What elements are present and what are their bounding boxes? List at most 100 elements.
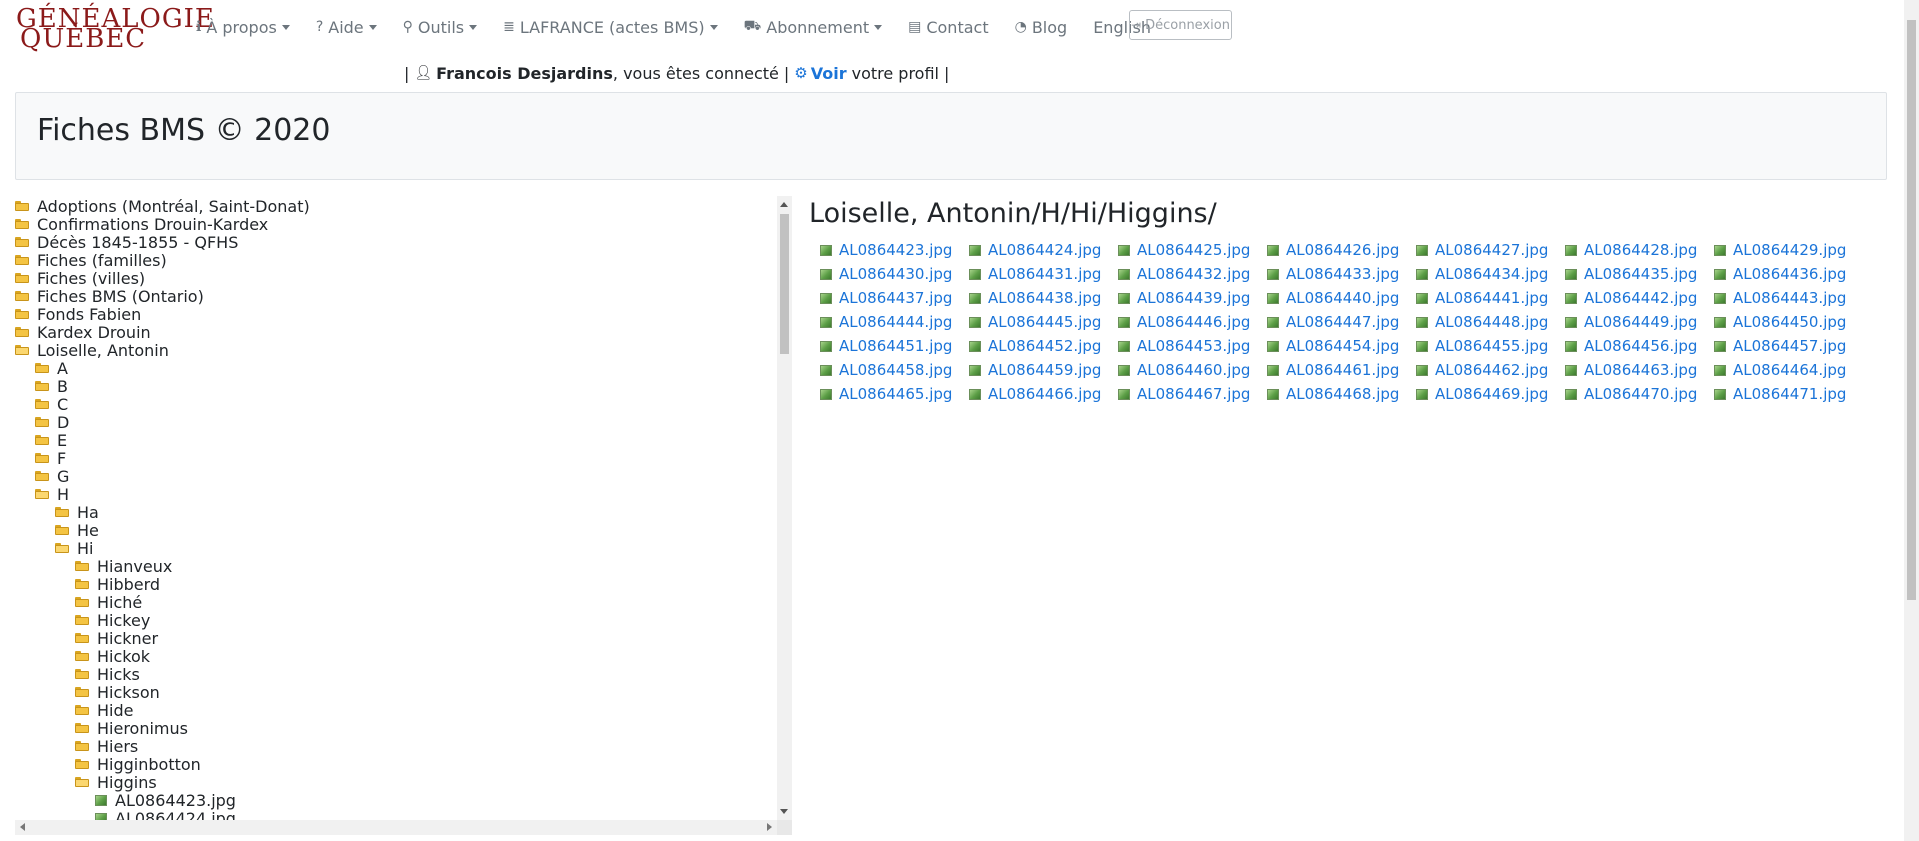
page-scrollbar-thumb[interactable]: [1907, 20, 1916, 600]
file-link[interactable]: AL0864470.jpg: [1565, 385, 1697, 403]
file-link[interactable]: AL0864438.jpg: [969, 289, 1101, 307]
file-link[interactable]: AL0864459.jpg: [969, 361, 1101, 379]
tree-folder-item[interactable]: Hide: [75, 701, 133, 720]
file-link[interactable]: AL0864458.jpg: [820, 361, 952, 379]
file-link[interactable]: AL0864444.jpg: [820, 313, 952, 331]
file-link[interactable]: AL0864454.jpg: [1267, 337, 1399, 355]
scroll-left-arrow-icon[interactable]: [20, 823, 25, 831]
file-link[interactable]: AL0864465.jpg: [820, 385, 952, 403]
file-link[interactable]: AL0864430.jpg: [820, 265, 952, 283]
file-link[interactable]: AL0864425.jpg: [1118, 241, 1250, 259]
file-link[interactable]: AL0864467.jpg: [1118, 385, 1250, 403]
tree-folder-item[interactable]: Fonds Fabien: [15, 305, 141, 324]
tree-folder-item[interactable]: Fiches BMS (Ontario): [15, 287, 204, 306]
tree-folder-item[interactable]: G: [35, 467, 69, 486]
nav-item-blog[interactable]: ◔ Blog: [1015, 18, 1068, 37]
scroll-right-arrow-icon[interactable]: [767, 823, 772, 831]
logout-button[interactable]: ⇥ Déconnexion: [1129, 10, 1232, 40]
nav-item-contact[interactable]: ▤ Contact: [908, 18, 988, 37]
file-link[interactable]: AL0864426.jpg: [1267, 241, 1399, 259]
scroll-down-arrow-icon[interactable]: [780, 809, 788, 814]
file-link[interactable]: AL0864423.jpg: [820, 241, 952, 259]
file-link[interactable]: AL0864442.jpg: [1565, 289, 1697, 307]
file-link[interactable]: AL0864428.jpg: [1565, 241, 1697, 259]
tree-folder-item[interactable]: He: [55, 521, 99, 540]
tree-folder-item[interactable]: Hickner: [75, 629, 158, 648]
tree-folder-item[interactable]: Confirmations Drouin-Kardex: [15, 215, 268, 234]
file-link[interactable]: AL0864435.jpg: [1565, 265, 1697, 283]
tree-folder-item[interactable]: Hieronimus: [75, 719, 188, 738]
file-link[interactable]: AL0864466.jpg: [969, 385, 1101, 403]
tree-folder-item[interactable]: F: [35, 449, 66, 468]
file-link[interactable]: AL0864446.jpg: [1118, 313, 1250, 331]
nav-item-a-propos[interactable]: ℹÀ propos: [196, 18, 290, 37]
file-link[interactable]: AL0864427.jpg: [1416, 241, 1548, 259]
file-link[interactable]: AL0864461.jpg: [1267, 361, 1399, 379]
tree-folder-item[interactable]: Hickson: [75, 683, 160, 702]
file-link[interactable]: AL0864453.jpg: [1118, 337, 1250, 355]
tree-folder-item[interactable]: A: [35, 359, 68, 378]
tree-folder-item[interactable]: Higgins: [75, 773, 157, 792]
tree-folder-item[interactable]: Hickey: [75, 611, 150, 630]
file-link[interactable]: AL0864440.jpg: [1267, 289, 1399, 307]
nav-item-abonnement[interactable]: ⛟ Abonnement: [744, 18, 883, 37]
file-link[interactable]: AL0864449.jpg: [1565, 313, 1697, 331]
tree-folder-item[interactable]: B: [35, 377, 68, 396]
file-link[interactable]: AL0864455.jpg: [1416, 337, 1548, 355]
tree-vertical-scrollbar[interactable]: [777, 196, 792, 820]
tree-folder-item[interactable]: Hi: [55, 539, 93, 558]
tree-folder-item[interactable]: Hickok: [75, 647, 150, 666]
file-link[interactable]: AL0864437.jpg: [820, 289, 952, 307]
tree-folder-item[interactable]: Hicks: [75, 665, 140, 684]
tree-file-item[interactable]: AL0864424.jpg: [95, 809, 236, 820]
file-link[interactable]: AL0864471.jpg: [1714, 385, 1846, 403]
nav-item-aide[interactable]: ? Aide: [316, 18, 377, 37]
nav-item-lafrance-actes-bms[interactable]: ≣ LAFRANCE (actes BMS): [503, 18, 718, 37]
view-profile-link[interactable]: Voir: [811, 64, 847, 83]
file-link[interactable]: AL0864463.jpg: [1565, 361, 1697, 379]
file-link[interactable]: AL0864441.jpg: [1416, 289, 1548, 307]
tree-folder-item[interactable]: Hiché: [75, 593, 142, 612]
tree-file-item[interactable]: AL0864423.jpg: [95, 791, 236, 810]
file-link[interactable]: AL0864445.jpg: [969, 313, 1101, 331]
file-link[interactable]: AL0864450.jpg: [1714, 313, 1846, 331]
file-link[interactable]: AL0864462.jpg: [1416, 361, 1548, 379]
file-link[interactable]: AL0864447.jpg: [1267, 313, 1399, 331]
file-link[interactable]: AL0864451.jpg: [820, 337, 952, 355]
file-link[interactable]: AL0864452.jpg: [969, 337, 1101, 355]
scroll-up-arrow-icon[interactable]: [780, 202, 788, 207]
tree-folder-item[interactable]: Loiselle, Antonin: [15, 341, 169, 360]
tree-folder-item[interactable]: H: [35, 485, 69, 504]
file-link[interactable]: AL0864439.jpg: [1118, 289, 1250, 307]
tree-folder-item[interactable]: D: [35, 413, 69, 432]
tree-folder-item[interactable]: Fiches (villes): [15, 269, 145, 288]
file-link[interactable]: AL0864436.jpg: [1714, 265, 1846, 283]
tree-folder-item[interactable]: Hibberd: [75, 575, 160, 594]
file-link[interactable]: AL0864448.jpg: [1416, 313, 1548, 331]
page-vertical-scrollbar[interactable]: [1904, 0, 1919, 841]
tree-folder-item[interactable]: Adoptions (Montréal, Saint-Donat): [15, 197, 310, 216]
tree-folder-item[interactable]: Décès 1845-1855 - QFHS: [15, 233, 238, 252]
tree-folder-item[interactable]: Hiers: [75, 737, 138, 756]
file-link[interactable]: AL0864432.jpg: [1118, 265, 1250, 283]
tree-folder-item[interactable]: Hianveux: [75, 557, 172, 576]
file-link[interactable]: AL0864433.jpg: [1267, 265, 1399, 283]
tree-folder-item[interactable]: Ha: [55, 503, 99, 522]
tree-folder-item[interactable]: Higginbotton: [75, 755, 201, 774]
file-link[interactable]: AL0864457.jpg: [1714, 337, 1846, 355]
file-link[interactable]: AL0864434.jpg: [1416, 265, 1548, 283]
file-link[interactable]: AL0864468.jpg: [1267, 385, 1399, 403]
file-link[interactable]: AL0864469.jpg: [1416, 385, 1548, 403]
file-link[interactable]: AL0864443.jpg: [1714, 289, 1846, 307]
tree-folder-item[interactable]: Kardex Drouin: [15, 323, 151, 342]
file-link[interactable]: AL0864424.jpg: [969, 241, 1101, 259]
scrollbar-thumb[interactable]: [780, 214, 789, 354]
nav-item-outils[interactable]: ⚲ Outils: [403, 18, 478, 37]
tree-horizontal-scrollbar[interactable]: [15, 820, 777, 835]
file-link[interactable]: AL0864429.jpg: [1714, 241, 1846, 259]
site-logo[interactable]: GÉNÉALOGIE QUÉBEC: [14, 4, 214, 54]
tree-folder-item[interactable]: Fiches (familles): [15, 251, 167, 270]
file-link[interactable]: AL0864456.jpg: [1565, 337, 1697, 355]
tree-folder-item[interactable]: C: [35, 395, 68, 414]
file-link[interactable]: AL0864464.jpg: [1714, 361, 1846, 379]
